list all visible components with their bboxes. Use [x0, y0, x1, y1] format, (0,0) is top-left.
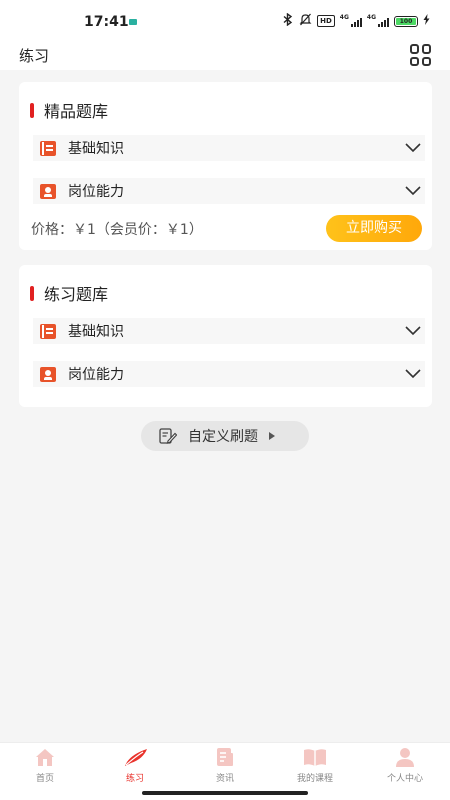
feather-icon: [125, 749, 147, 766]
bank-item-basics[interactable]: 基础知识: [33, 135, 425, 161]
sim-icon: [129, 19, 137, 25]
course-icon: [304, 749, 326, 766]
book-icon: [40, 140, 56, 156]
buy-now-button[interactable]: 立即购买: [326, 215, 422, 242]
charging-icon: [423, 14, 430, 28]
item-label: 岗位能力: [68, 184, 124, 200]
tab-home[interactable]: 首页: [0, 743, 90, 800]
profile-icon: [396, 748, 414, 767]
title-marker: [30, 102, 34, 118]
status-time: 17:41: [84, 14, 129, 30]
edit-icon: [159, 428, 177, 444]
status-icons: HD 4G 4G 100: [282, 12, 430, 30]
chevron-down-icon: [405, 143, 421, 153]
news-icon: [217, 748, 233, 766]
bank-item-basics[interactable]: 基础知识: [33, 318, 425, 344]
price-text: 价格：￥1（会员价：￥1）: [31, 222, 203, 238]
signal-icon-2: 4G: [367, 15, 389, 27]
play-icon: [269, 432, 275, 440]
chevron-down-icon: [405, 369, 421, 379]
item-label: 基础知识: [68, 141, 124, 157]
tab-label: 资讯: [215, 774, 234, 784]
card-title: 练习题库: [44, 285, 109, 304]
nav-bar: 练习: [0, 40, 450, 70]
item-label: 基础知识: [68, 324, 124, 340]
bank-item-job-ability[interactable]: 岗位能力: [33, 361, 425, 387]
custom-practice-button[interactable]: 自定义刷题: [141, 421, 309, 451]
title-marker: [30, 285, 34, 301]
status-bar: 17:41 HD 4G 4G 100: [0, 0, 450, 40]
job-icon: [40, 183, 56, 199]
hd-badge: HD: [317, 15, 335, 27]
grid-menu-icon[interactable]: [410, 44, 432, 66]
tab-label: 我的课程: [296, 774, 333, 784]
premium-bank-card: 精品题库 基础知识 岗位能力 价格：￥1（会员价：￥1） 立即购买: [19, 82, 432, 250]
card-title: 精品题库: [44, 102, 109, 121]
tab-profile[interactable]: 个人中心: [360, 743, 450, 800]
home-icon: [36, 749, 54, 766]
page-title: 练习: [19, 47, 50, 65]
bluetooth-icon: [282, 12, 294, 30]
card-header: 练习题库: [19, 282, 108, 304]
bank-item-job-ability[interactable]: 岗位能力: [33, 178, 425, 204]
tab-label: 首页: [35, 774, 54, 784]
mute-icon: [299, 13, 312, 30]
chevron-down-icon: [405, 326, 421, 336]
card-header: 精品题库: [19, 99, 108, 121]
job-icon: [40, 366, 56, 382]
chevron-down-icon: [405, 186, 421, 196]
signal-icon: 4G: [340, 15, 362, 27]
custom-practice-label: 自定义刷题: [188, 429, 258, 445]
item-label: 岗位能力: [68, 367, 124, 383]
home-indicator: [142, 791, 308, 795]
tab-label: 个人中心: [386, 774, 423, 784]
book-icon: [40, 323, 56, 339]
practice-bank-card: 练习题库 基础知识 岗位能力: [19, 265, 432, 407]
battery-icon: 100: [394, 15, 418, 27]
tab-label: 练习: [125, 774, 144, 784]
